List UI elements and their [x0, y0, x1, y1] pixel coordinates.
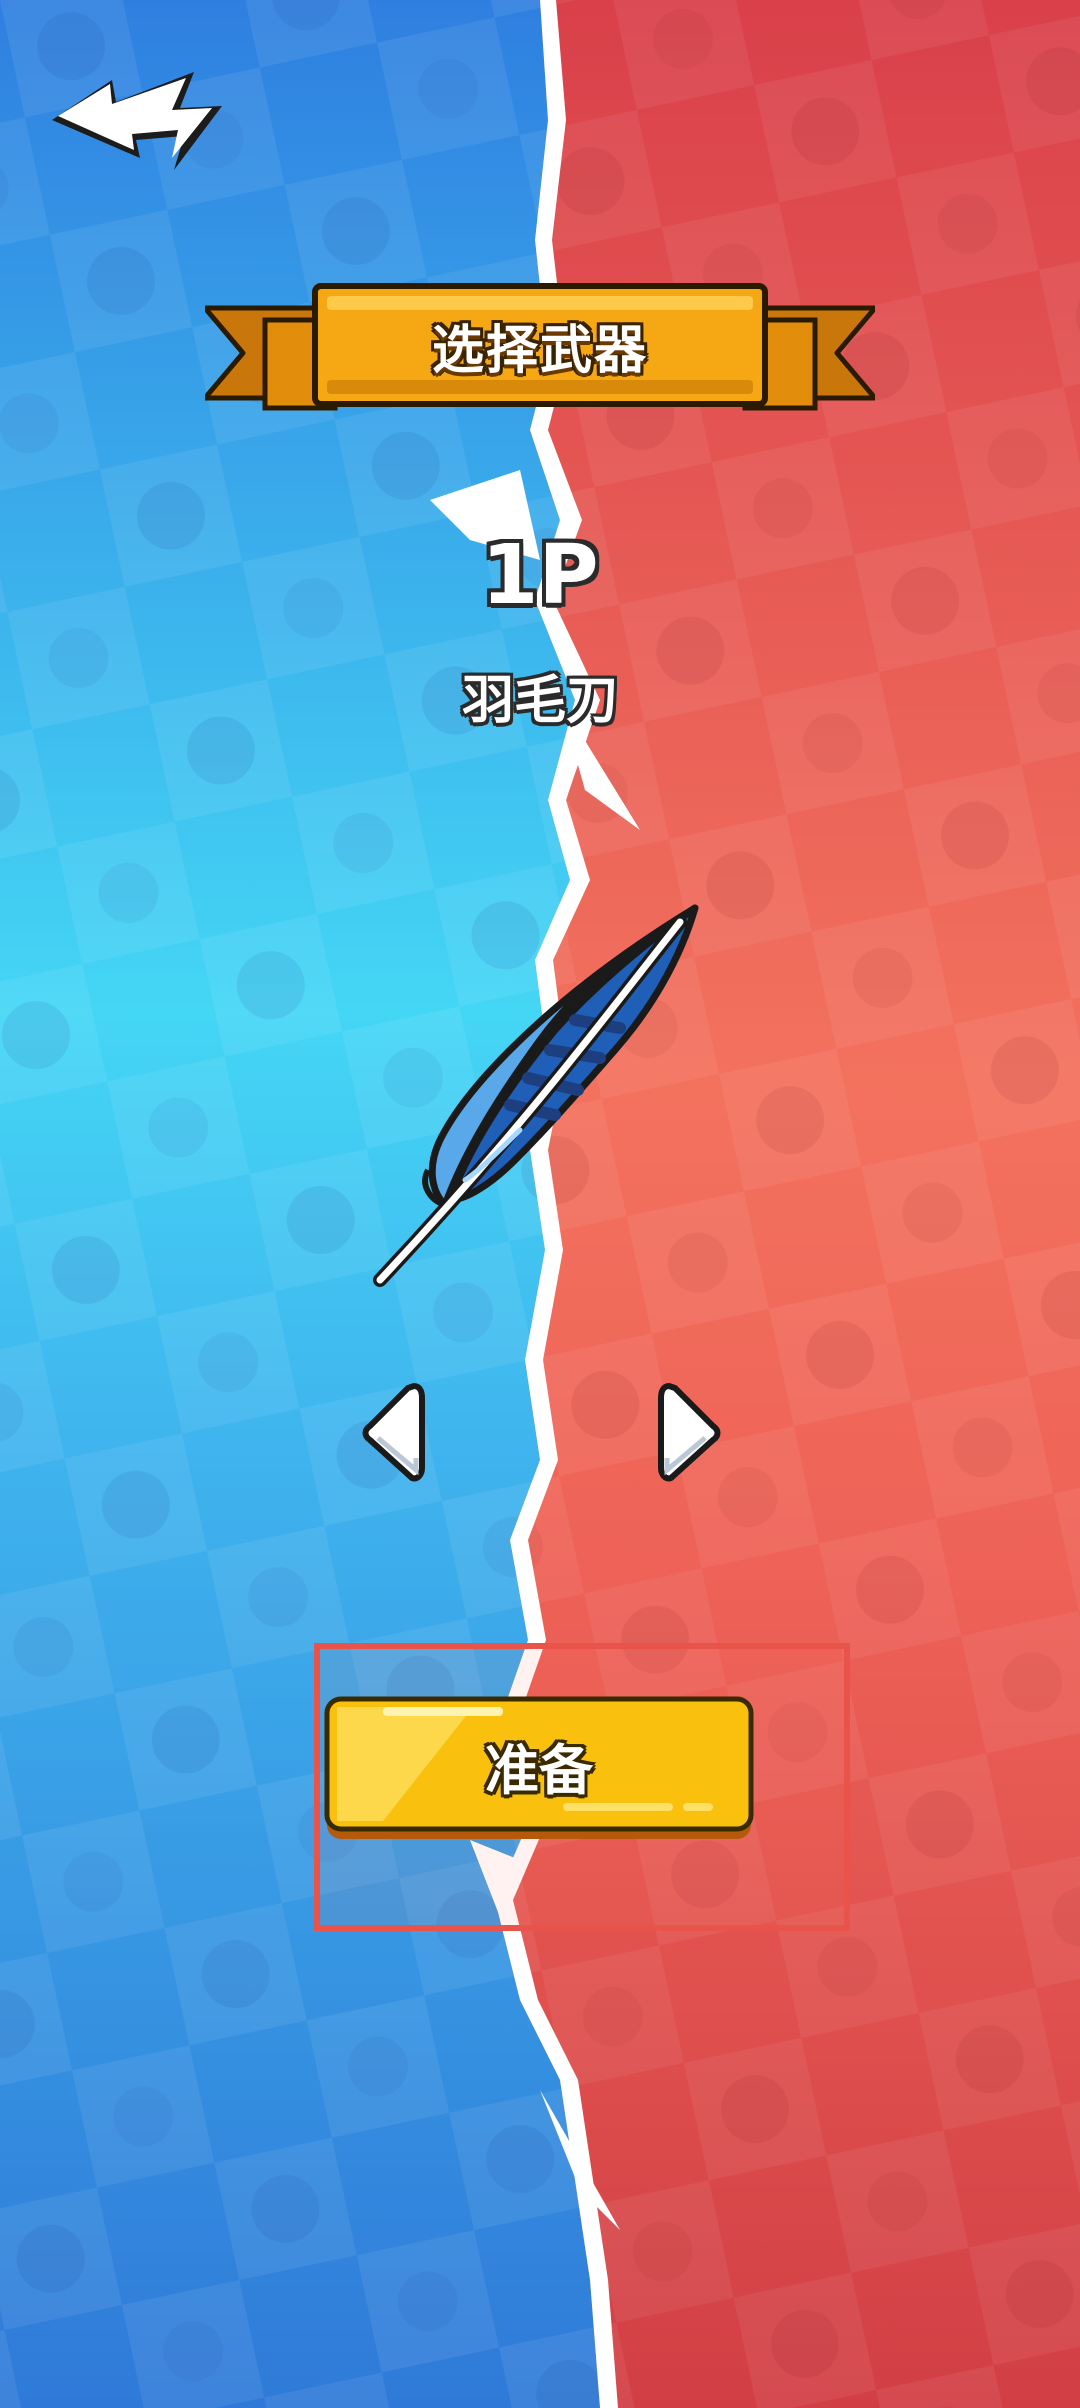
page-title: 选择武器 [431, 320, 648, 381]
title-banner: 选择武器 [205, 280, 875, 440]
back-button[interactable] [44, 58, 234, 188]
back-arrow-icon [52, 72, 222, 170]
chevron-right-icon [658, 1383, 721, 1482]
ready-button-label: 准备 [485, 1738, 593, 1802]
chevron-left-icon [362, 1383, 425, 1482]
ready-button[interactable]: 准备 [323, 1695, 755, 1843]
feather-blade-icon [373, 904, 699, 1287]
player-label: 1P [481, 527, 599, 623]
next-weapon-button[interactable] [655, 1378, 725, 1488]
weapon-name: 羽毛刀 [461, 670, 618, 731]
weapon-select-screen: 选择武器 1P 羽毛刀 准备 [0, 0, 1080, 2408]
prev-weapon-button[interactable] [358, 1378, 428, 1488]
